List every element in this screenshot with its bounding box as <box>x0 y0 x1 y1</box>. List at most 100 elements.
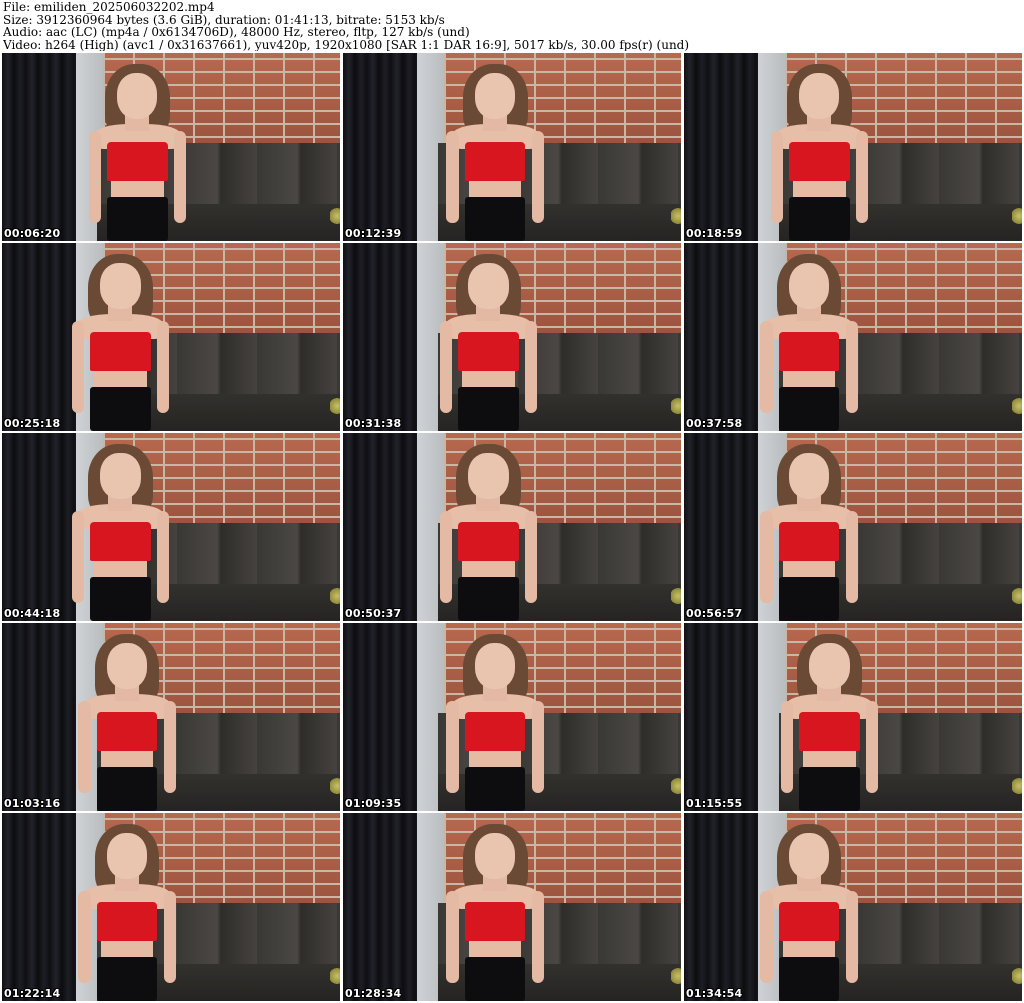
plant <box>671 205 681 227</box>
figure-belly <box>782 560 836 579</box>
person-figure <box>87 64 188 241</box>
plant <box>1012 395 1022 417</box>
plant <box>1012 965 1022 987</box>
figure-shorts <box>106 196 168 241</box>
figure-arm-r <box>524 511 537 604</box>
plant <box>1012 775 1022 797</box>
figure-belly <box>100 750 154 769</box>
person-figure <box>769 64 870 241</box>
figure-shorts <box>89 386 151 431</box>
thumbnail-timestamp: 01:15:55 <box>686 797 743 810</box>
figure-shorts <box>464 956 526 1001</box>
video-thumbnail: 01:15:55 <box>684 623 1022 811</box>
video-thumbnail: 01:03:16 <box>2 623 340 811</box>
figure-belly <box>782 940 836 959</box>
video-thumbnail: 01:28:34 <box>343 813 681 1001</box>
figure-shorts <box>457 386 519 431</box>
plant <box>671 395 681 417</box>
plant <box>330 585 340 607</box>
figure-shorts <box>464 766 526 811</box>
figure-top <box>89 332 151 371</box>
thumbnail-timestamp: 00:50:37 <box>345 607 402 620</box>
figure-belly <box>461 370 515 389</box>
person-figure <box>758 444 859 621</box>
figure-face <box>100 263 141 310</box>
figure-shorts <box>778 956 840 1001</box>
figure-top <box>457 522 519 561</box>
figure-arm-l <box>439 321 452 414</box>
figure-arm-l <box>760 321 773 414</box>
video-thumbnail: 00:44:18 <box>2 433 340 621</box>
figure-face <box>809 643 850 690</box>
video-thumbnail: 00:06:20 <box>2 53 340 241</box>
figure-top <box>778 332 840 371</box>
figure-arm-r <box>156 321 169 414</box>
video-info-line: Video: h264 (High) (avc1 / 0x31637661), … <box>3 38 690 51</box>
figure-top <box>89 522 151 561</box>
curtain <box>2 53 77 241</box>
thumbnail-timestamp: 00:12:39 <box>345 227 402 240</box>
figure-arm-r <box>163 891 176 984</box>
figure-arm-l <box>71 511 84 604</box>
figure-shorts <box>778 386 840 431</box>
audio-info-line: Audio: aac (LC) (mp4a / 0x6134706D), 480… <box>3 26 470 39</box>
figure-belly <box>802 750 856 769</box>
figure-arm-r <box>855 131 868 224</box>
curtain <box>684 433 759 621</box>
figure-arm-l <box>760 511 773 604</box>
curtain <box>2 433 77 621</box>
figure-arm-l <box>78 701 91 794</box>
figure-face <box>788 833 830 880</box>
person-figure <box>444 634 545 811</box>
figure-top <box>788 142 850 181</box>
video-thumbnail: 00:37:58 <box>684 243 1022 431</box>
figure-arm-r <box>845 321 858 414</box>
figure-belly <box>461 560 515 579</box>
figure-shorts <box>96 956 158 1001</box>
figure-belly <box>93 560 147 579</box>
plant <box>1012 205 1022 227</box>
person-figure <box>70 254 171 431</box>
figure-face <box>474 73 516 120</box>
figure-face <box>468 263 509 310</box>
figure-arm-l <box>770 131 783 224</box>
figure-arm-r <box>524 321 537 414</box>
person-figure <box>70 444 171 621</box>
thumbnail-timestamp: 01:09:35 <box>345 797 402 810</box>
thumbnail-timestamp: 01:22:14 <box>4 987 61 1000</box>
curtain <box>343 813 418 1001</box>
figure-face <box>798 73 840 120</box>
figure-shorts <box>457 576 519 621</box>
figure-belly <box>93 370 147 389</box>
figure-top <box>778 902 840 941</box>
person-figure <box>444 64 545 241</box>
curtain <box>2 813 77 1001</box>
thumbnail-grid: 00:06:20 00:12:39 00:18:59 00:25:18 00:31:38… <box>2 53 1022 1001</box>
figure-arm-l <box>760 891 773 984</box>
video-thumbnail: 00:50:37 <box>343 433 681 621</box>
thumbnail-timestamp: 00:18:59 <box>686 227 743 240</box>
figure-shorts <box>96 766 158 811</box>
figure-arm-l <box>78 891 91 984</box>
figure-belly <box>468 180 522 199</box>
file-info-header: File: emiliden_202506032202.mp4 Size: 39… <box>3 1 1021 51</box>
plant <box>330 205 340 227</box>
person-figure <box>76 824 177 1001</box>
figure-belly <box>468 940 522 959</box>
video-thumbnail: 00:18:59 <box>684 53 1022 241</box>
figure-face <box>106 833 148 880</box>
thumbnail-timestamp: 00:31:38 <box>345 417 402 430</box>
file-size-line: Size: 3912360964 bytes (3.6 GiB), durati… <box>3 13 445 26</box>
figure-belly <box>468 750 522 769</box>
figure-top <box>464 712 526 751</box>
figure-top <box>464 142 526 181</box>
figure-arm-l <box>88 131 101 224</box>
file-name-line: File: emiliden_202506032202.mp4 <box>3 1 215 14</box>
figure-shorts <box>464 196 526 241</box>
plant <box>330 775 340 797</box>
figure-shorts <box>788 196 850 241</box>
figure-arm-l <box>780 701 793 794</box>
curtain <box>343 623 418 811</box>
person-figure <box>76 634 177 811</box>
figure-face <box>106 643 148 690</box>
